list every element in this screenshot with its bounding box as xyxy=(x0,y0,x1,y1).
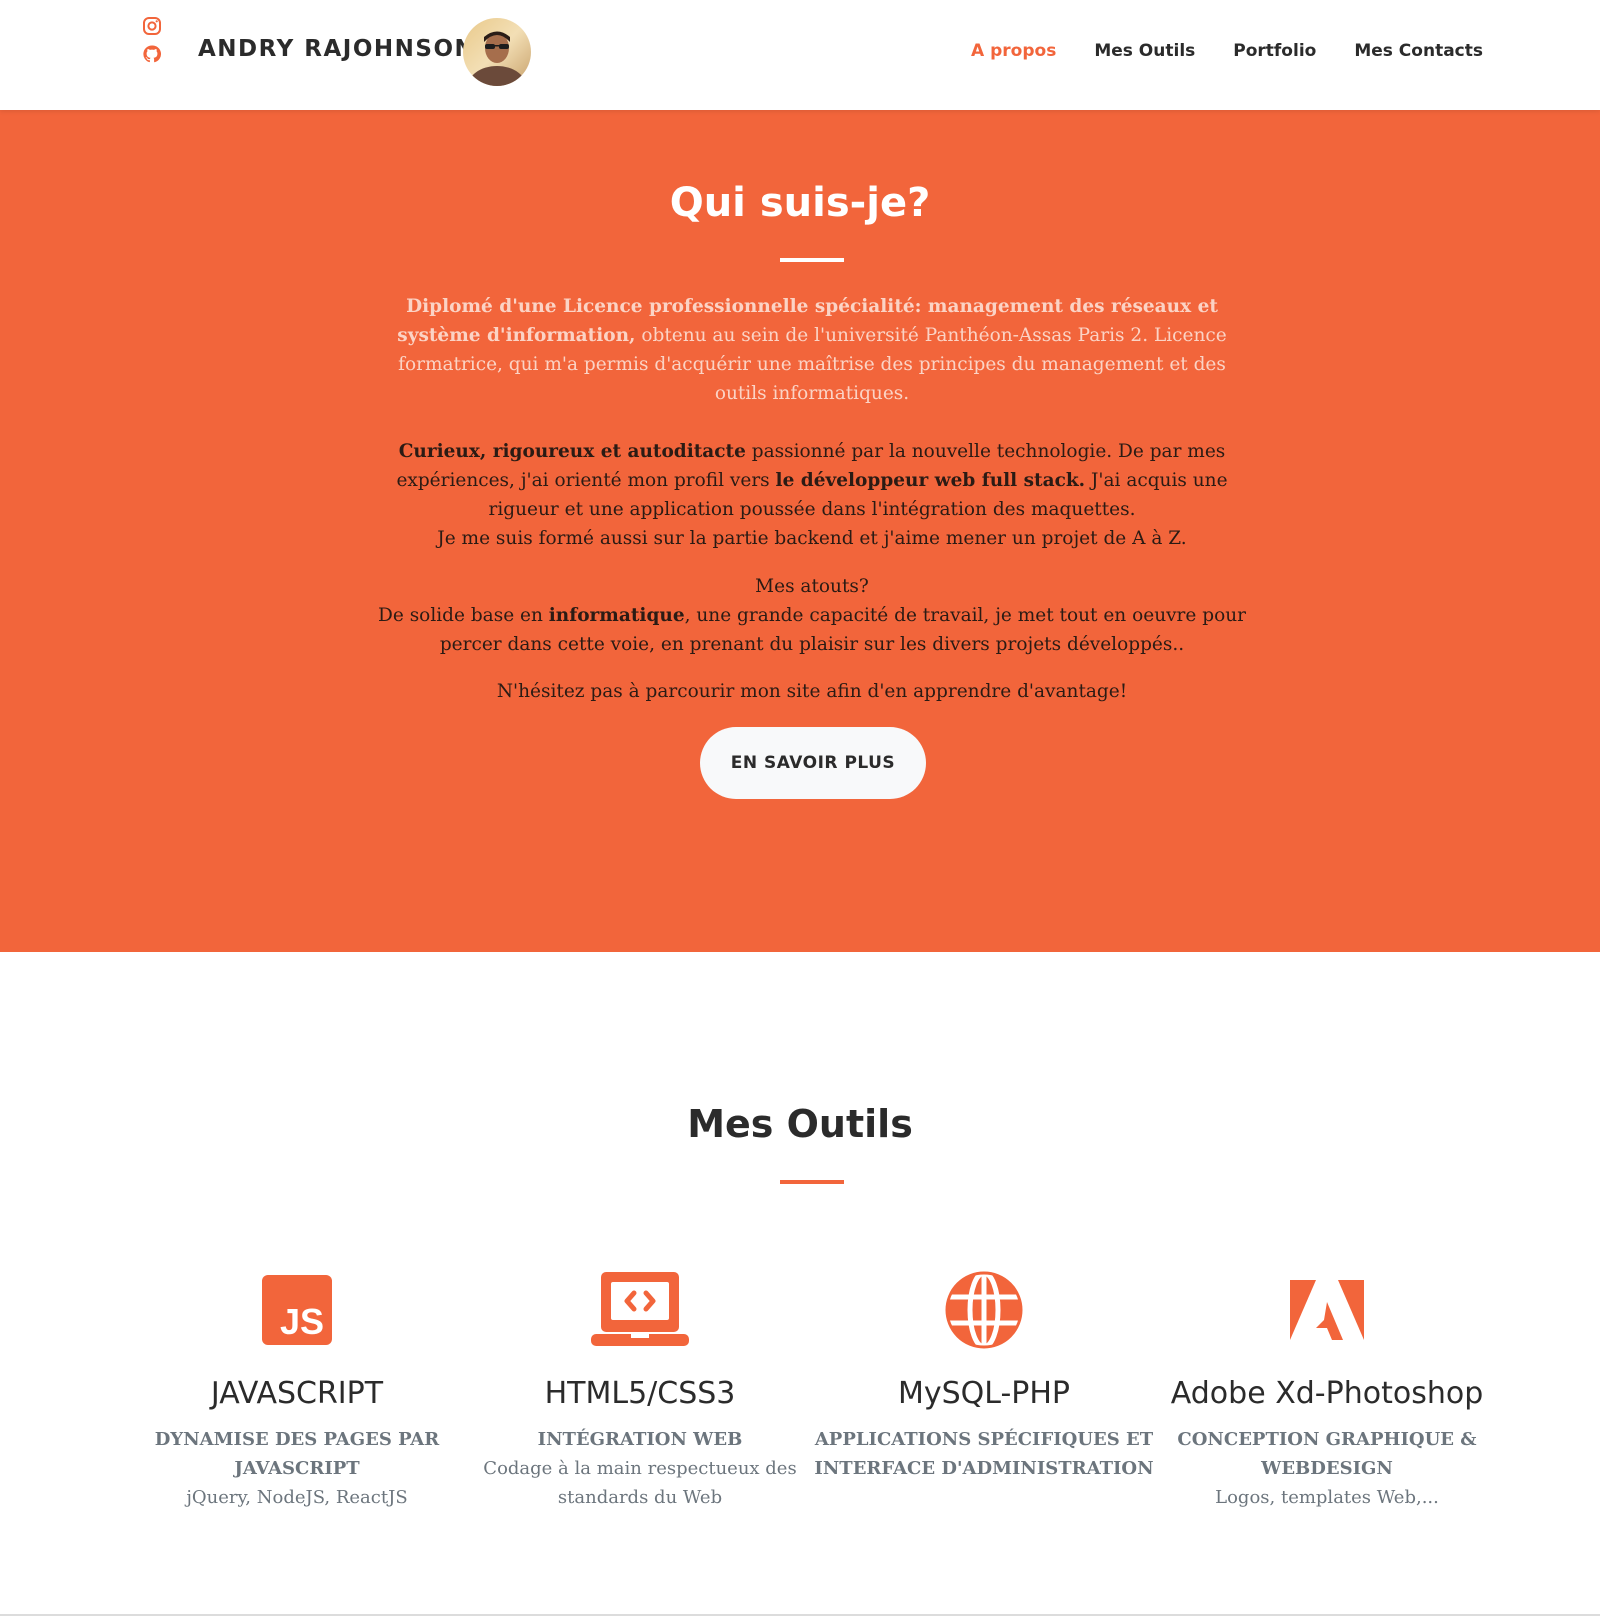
tool-name: JAVASCRIPT xyxy=(210,1376,384,1411)
laptop-code-icon xyxy=(591,1272,689,1346)
about-paragraph-strengths: Mes atouts? De solide base en informatiqu… xyxy=(370,572,1254,659)
tool-card-mysql-php: MySQL-PHP Applications spécifiques et in… xyxy=(814,1270,1154,1483)
social-links xyxy=(142,16,164,72)
site-brand[interactable]: ANDRY RAJOHNSON xyxy=(198,36,475,62)
tool-name: HTML5/CSS3 xyxy=(544,1376,736,1411)
about-paragraph-education: Diplomé d'une Licence professionnelle sp… xyxy=(370,292,1254,408)
tool-subtitle: Dynamise des pages par JavaScript xyxy=(154,1429,440,1479)
about-profile-traits: Curieux, rigoureux et autoditacte xyxy=(398,441,746,462)
avatar xyxy=(463,18,531,86)
tool-card-javascript: JS JAVASCRIPT Dynamise des pages par Jav… xyxy=(127,1270,467,1512)
tool-card-html-css: HTML5/CSS3 Intégration Web Codage à la m… xyxy=(470,1270,810,1512)
javascript-icon: JS xyxy=(262,1275,332,1345)
site-header: ANDRY RAJOHNSON A propos Mes Outils Port… xyxy=(0,0,1600,110)
tool-card-adobe: Adobe Xd-Photoshop Conception graphique … xyxy=(1157,1270,1497,1512)
page-bottom-divider xyxy=(0,1614,1600,1616)
about-strengths-highlight: informatique xyxy=(548,605,685,626)
about-section: Qui suis-je? Diplomé d'une Licence profe… xyxy=(0,110,1600,952)
nav-link-portfolio[interactable]: Portfolio xyxy=(1233,41,1316,61)
tool-subtitle: Applications spécifiques et interface d'… xyxy=(814,1429,1154,1479)
learn-more-button[interactable]: EN SAVOIR PLUS xyxy=(700,727,926,799)
about-strengths-question: Mes atouts? xyxy=(755,576,869,597)
github-icon[interactable] xyxy=(142,44,162,64)
svg-text:JS: JS xyxy=(280,1301,324,1342)
tool-subtitle: Conception graphique & Webdesign xyxy=(1177,1429,1477,1479)
about-strengths-text-1: De solide base en xyxy=(378,605,549,626)
about-paragraph-profile: Curieux, rigoureux et autoditacte passio… xyxy=(370,437,1254,553)
instagram-icon[interactable] xyxy=(142,16,162,36)
tool-subtitle: Intégration Web xyxy=(537,1429,743,1450)
nav-link-mes-contacts[interactable]: Mes Contacts xyxy=(1354,41,1483,61)
tools-title: Mes Outils xyxy=(687,1102,913,1146)
about-title-divider xyxy=(780,258,844,262)
about-profile-backend: Je me suis formé aussi sur la partie bac… xyxy=(437,528,1187,549)
adobe-icon xyxy=(1290,1280,1364,1340)
about-paragraph-invite: N'hésitez pas à parcourir mon site afin … xyxy=(496,681,1128,702)
nav-link-mes-outils[interactable]: Mes Outils xyxy=(1094,41,1195,61)
main-nav: A propos Mes Outils Portfolio Mes Contac… xyxy=(933,41,1483,61)
tool-name: MySQL-PHP xyxy=(897,1376,1071,1411)
tool-description: jQuery, NodeJS, ReactJS xyxy=(186,1487,408,1508)
about-title: Qui suis-je? xyxy=(669,180,931,226)
globe-icon xyxy=(945,1270,1023,1350)
tool-description: Logos, templates Web,... xyxy=(1215,1487,1439,1508)
nav-link-a-propos[interactable]: A propos xyxy=(971,41,1056,61)
about-profile-role: le développeur web full stack. xyxy=(775,470,1086,491)
tools-title-divider xyxy=(780,1180,844,1184)
tool-name: Adobe Xd-Photoshop xyxy=(1170,1376,1484,1411)
tool-description: Codage à la main respectueux des standar… xyxy=(483,1458,797,1508)
